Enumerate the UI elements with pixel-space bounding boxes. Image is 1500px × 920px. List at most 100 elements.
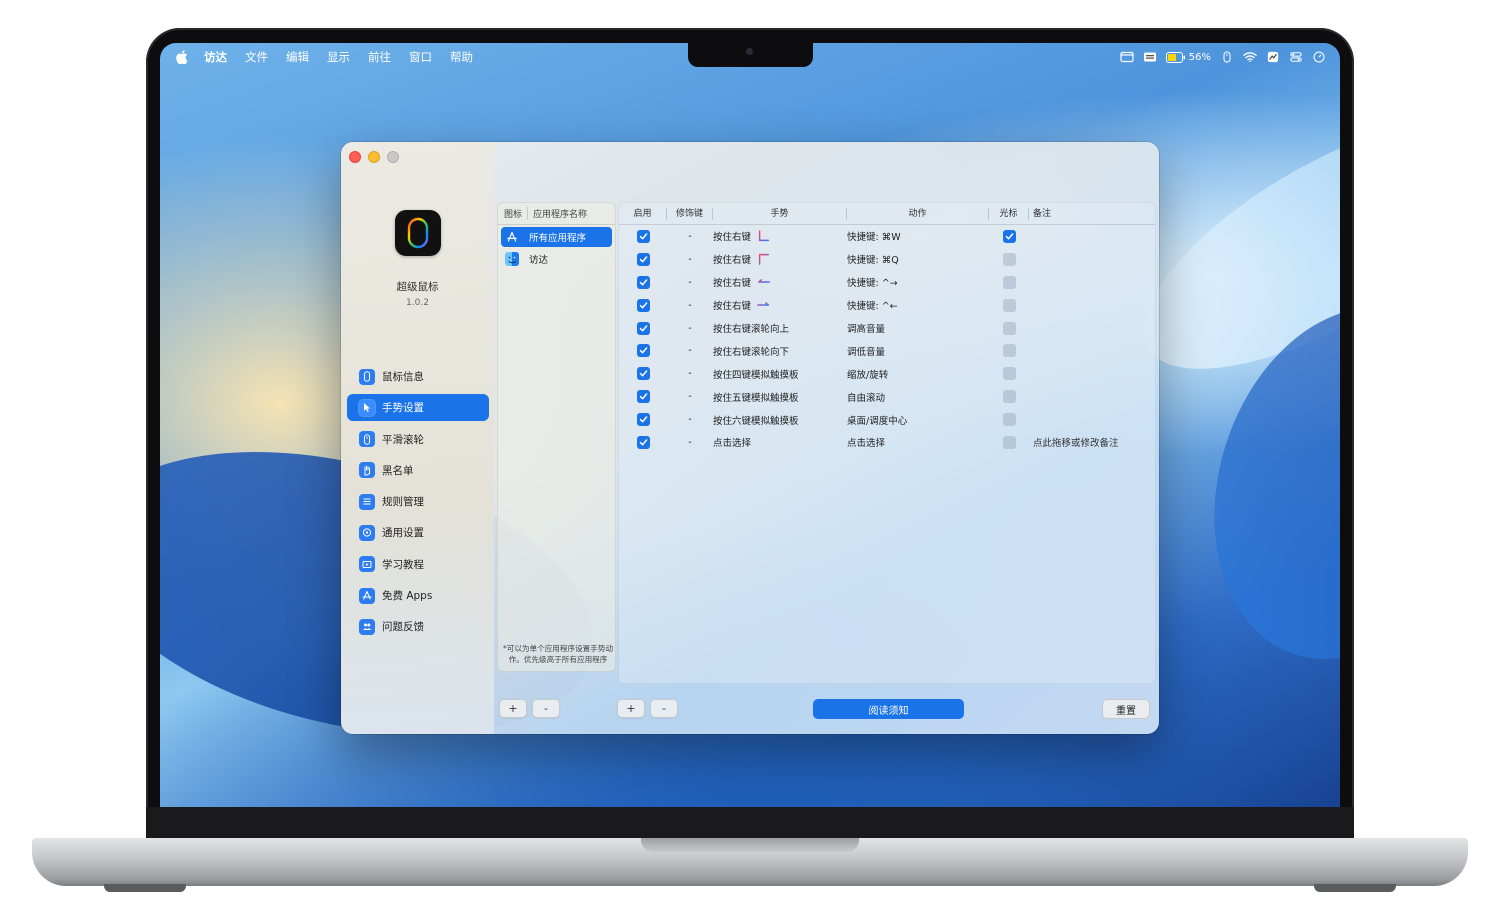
- sidebar-item-feedback[interactable]: 问题反馈: [347, 613, 489, 640]
- cursor-checkbox[interactable]: [1002, 321, 1016, 335]
- sidebar-item-gesture-settings[interactable]: 手势设置: [347, 394, 489, 422]
- modifier-cell[interactable]: -: [667, 345, 713, 356]
- table-row[interactable]: - 按住右键 快捷键: ^→: [619, 271, 1155, 294]
- table-row[interactable]: - 按住右键 快捷键: ⌘Q: [619, 248, 1155, 271]
- remove-rule-button[interactable]: -: [650, 699, 678, 718]
- wifi-icon[interactable]: [1243, 51, 1257, 63]
- modifier-cell[interactable]: -: [667, 231, 713, 242]
- column-header-action[interactable]: 动作: [847, 207, 989, 220]
- menu-view[interactable]: 显示: [327, 49, 350, 65]
- enabled-checkbox[interactable]: [636, 321, 650, 335]
- gesture-cell[interactable]: 按住右键滚轮向上: [713, 321, 847, 335]
- close-button[interactable]: [349, 151, 361, 163]
- mouse-icon[interactable]: [1220, 51, 1234, 63]
- sidebar-item-free-apps[interactable]: 免费 Apps: [347, 582, 489, 609]
- action-cell[interactable]: 桌面/调度中心: [847, 413, 989, 427]
- column-header-app-name[interactable]: 应用程序名称: [528, 207, 587, 220]
- action-cell[interactable]: 调低音量: [847, 344, 989, 358]
- modifier-cell[interactable]: -: [667, 254, 713, 265]
- window-icon[interactable]: [1120, 51, 1134, 63]
- action-cell[interactable]: 自由滚动: [847, 390, 989, 404]
- action-cell[interactable]: 快捷键: ⌘Q: [847, 252, 989, 266]
- menu-edit[interactable]: 编辑: [286, 49, 309, 65]
- table-row[interactable]: - 按住四键模拟触摸板 缩放/旋转: [619, 362, 1155, 385]
- cursor-checkbox[interactable]: [1002, 413, 1016, 427]
- battery-indicator[interactable]: 56%: [1165, 51, 1211, 63]
- sidebar-item-rules[interactable]: 规则管理: [347, 488, 489, 515]
- column-header-cursor[interactable]: 光标: [989, 207, 1029, 220]
- note-cell[interactable]: 点此拖移或修改备注: [1029, 435, 1155, 449]
- cursor-checkbox[interactable]: [1002, 435, 1016, 449]
- gesture-cell[interactable]: 按住四键模拟触摸板: [713, 367, 847, 381]
- table-row[interactable]: - 按住右键滚轮向上 调高音量: [619, 317, 1155, 340]
- modifier-cell[interactable]: -: [667, 323, 713, 334]
- table-row[interactable]: - 按住六键模拟触摸板 桌面/调度中心: [619, 408, 1155, 431]
- action-cell[interactable]: 快捷键: ^→: [847, 275, 989, 289]
- app-list-item-all[interactable]: 所有应用程序: [501, 227, 612, 247]
- enabled-checkbox[interactable]: [636, 298, 650, 312]
- gesture-cell[interactable]: 按住右键滚轮向下: [713, 344, 847, 358]
- action-cell[interactable]: 快捷键: ⌘W: [847, 229, 989, 243]
- action-cell[interactable]: 快捷键: ^←: [847, 298, 989, 312]
- menu-help[interactable]: 帮助: [450, 49, 473, 65]
- minimize-button[interactable]: [368, 151, 380, 163]
- apple-logo-icon[interactable]: [176, 50, 188, 64]
- remove-app-button[interactable]: -: [532, 699, 560, 718]
- column-header-modifier[interactable]: 修饰键: [667, 207, 713, 220]
- sidebar-item-tutorials[interactable]: 学习教程: [347, 551, 489, 578]
- modifier-cell[interactable]: -: [667, 414, 713, 425]
- gesture-cell[interactable]: 按住右键: [713, 229, 847, 243]
- modifier-cell[interactable]: -: [667, 300, 713, 311]
- gesture-cell[interactable]: 按住右键: [713, 275, 847, 289]
- app-list-item-finder[interactable]: 访达: [501, 249, 612, 269]
- menu-go[interactable]: 前往: [368, 49, 391, 65]
- add-rule-button[interactable]: +: [617, 699, 645, 718]
- menu-app-name[interactable]: 访达: [204, 49, 227, 65]
- sidebar-item-general-settings[interactable]: 通用设置: [347, 519, 489, 546]
- gesture-cell[interactable]: 按住六键模拟触摸板: [713, 413, 847, 427]
- add-app-button[interactable]: +: [499, 699, 527, 718]
- cursor-checkbox[interactable]: [1002, 275, 1016, 289]
- reset-button[interactable]: 重置: [1102, 699, 1150, 719]
- action-cell[interactable]: 调高音量: [847, 321, 989, 335]
- enabled-checkbox[interactable]: [636, 367, 650, 381]
- table-row[interactable]: - 按住右键 快捷键: ⌘W: [619, 225, 1155, 248]
- enabled-checkbox[interactable]: [636, 435, 650, 449]
- cursor-checkbox[interactable]: [1002, 390, 1016, 404]
- gesture-cell[interactable]: 按住右键: [713, 252, 847, 266]
- column-header-enabled[interactable]: 启用: [619, 207, 667, 220]
- action-cell[interactable]: 缩放/旋转: [847, 367, 989, 381]
- action-cell[interactable]: 点击选择: [847, 435, 989, 449]
- menu-file[interactable]: 文件: [245, 49, 268, 65]
- gesture-cell[interactable]: 点击选择: [713, 435, 847, 449]
- table-row[interactable]: - 按住右键 快捷键: ^←: [619, 294, 1155, 317]
- table-row[interactable]: - 按住五键模拟触摸板 自由滚动: [619, 385, 1155, 408]
- modifier-cell[interactable]: -: [667, 368, 713, 379]
- sidebar-item-smooth-scroll[interactable]: 平滑滚轮: [347, 426, 489, 453]
- menu-window[interactable]: 窗口: [409, 49, 432, 65]
- gesture-cell[interactable]: 按住五键模拟触摸板: [713, 390, 847, 404]
- enabled-checkbox[interactable]: [636, 252, 650, 266]
- enabled-checkbox[interactable]: [636, 413, 650, 427]
- enabled-checkbox[interactable]: [636, 275, 650, 289]
- activity-icon[interactable]: [1266, 51, 1280, 63]
- sidebar-item-mouse-info[interactable]: 鼠标信息: [347, 363, 489, 390]
- column-header-note[interactable]: 备注: [1029, 208, 1155, 220]
- table-row[interactable]: - 点击选择 点击选择 点此拖移或修改备注: [619, 431, 1155, 454]
- cursor-checkbox[interactable]: [1002, 252, 1016, 266]
- column-header-gesture[interactable]: 手势: [713, 207, 847, 220]
- sidebar-item-blacklist[interactable]: 黑名单: [347, 457, 489, 484]
- enabled-checkbox[interactable]: [636, 344, 650, 358]
- table-row[interactable]: - 按住右键滚轮向下 调低音量: [619, 339, 1155, 362]
- column-header-icon[interactable]: 图标: [498, 207, 528, 220]
- modifier-cell[interactable]: -: [667, 391, 713, 402]
- gesture-cell[interactable]: 按住右键: [713, 298, 847, 312]
- enabled-checkbox[interactable]: [636, 229, 650, 243]
- modifier-cell[interactable]: -: [667, 437, 713, 448]
- cursor-checkbox[interactable]: [1002, 344, 1016, 358]
- clock-icon[interactable]: [1312, 51, 1326, 63]
- modifier-cell[interactable]: -: [667, 277, 713, 288]
- keyboard-icon[interactable]: [1143, 51, 1157, 63]
- zoom-button[interactable]: [387, 151, 399, 163]
- cursor-checkbox[interactable]: [1002, 367, 1016, 381]
